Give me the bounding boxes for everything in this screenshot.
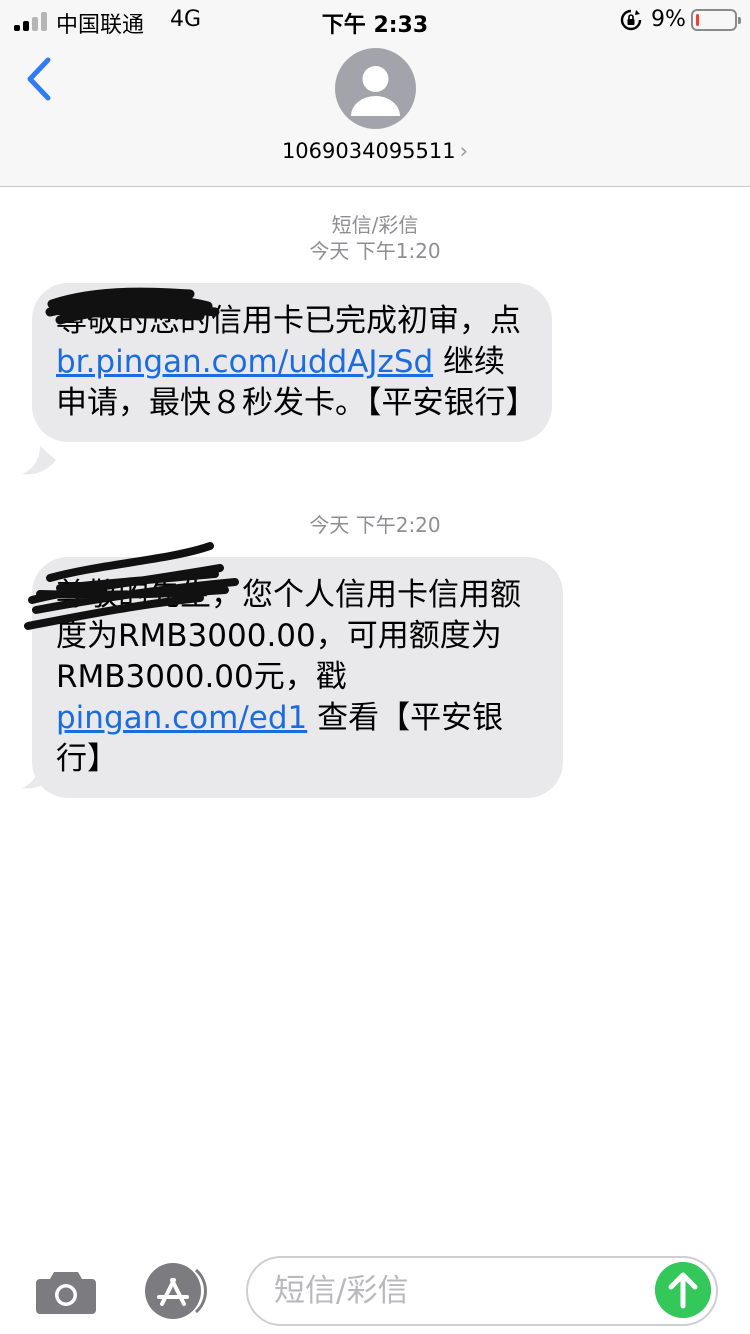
- battery-icon: [691, 9, 741, 31]
- bubble-tail: [22, 446, 56, 475]
- service-label: 短信/彩信: [331, 213, 419, 237]
- chevron-left-icon: [27, 57, 51, 101]
- camera-button[interactable]: [34, 1266, 98, 1316]
- send-button[interactable]: [655, 1262, 711, 1318]
- message-text-field[interactable]: 短信/彩信: [246, 1256, 718, 1326]
- message-text: 尊敬的您的信用卡已完成初审，点: [56, 303, 521, 339]
- status-bar: 中国联通 4G 下午 2:33 9%: [0, 0, 750, 40]
- contact-number: 1069034095511: [281, 139, 456, 163]
- message-timestamp: 今天 下午2:20: [309, 513, 441, 537]
- message-input-bar: 短信/彩信: [0, 1240, 750, 1334]
- message-placeholder: 短信/彩信: [274, 1273, 409, 1309]
- conversation-header: 1069034095511 ›: [0, 40, 750, 187]
- app-store-icon: [145, 1263, 207, 1319]
- chevron-right-icon: ›: [459, 139, 469, 163]
- app-store-button[interactable]: [140, 1262, 212, 1320]
- contact-avatar[interactable]: [335, 48, 416, 129]
- rotation-lock-icon: [620, 9, 642, 31]
- message-timestamp: 今天 下午1:20: [309, 239, 441, 263]
- battery-percentage: 9%: [651, 7, 686, 32]
- message-link[interactable]: pingan.com/ed1: [56, 700, 307, 736]
- camera-icon: [36, 1272, 96, 1314]
- back-button[interactable]: [20, 54, 60, 104]
- person-icon: [351, 66, 400, 117]
- received-message-bubble[interactable]: 尊敬的先生，您个人信用卡信用额度为RMB3000.00，可用额度为RMB3000…: [32, 557, 563, 798]
- received-message-bubble[interactable]: 尊敬的您的信用卡已完成初审，点 br.pingan.com/uddAJzSd 继…: [32, 283, 552, 442]
- message-link[interactable]: br.pingan.com/uddAJzSd: [56, 344, 433, 380]
- battery-level: [696, 14, 699, 26]
- contact-details-link[interactable]: 1069034095511 ›: [0, 139, 750, 163]
- message-text: 尊敬的先生，您个人信用卡信用额度为RMB3000.00，可用额度为RMB3000…: [56, 577, 521, 695]
